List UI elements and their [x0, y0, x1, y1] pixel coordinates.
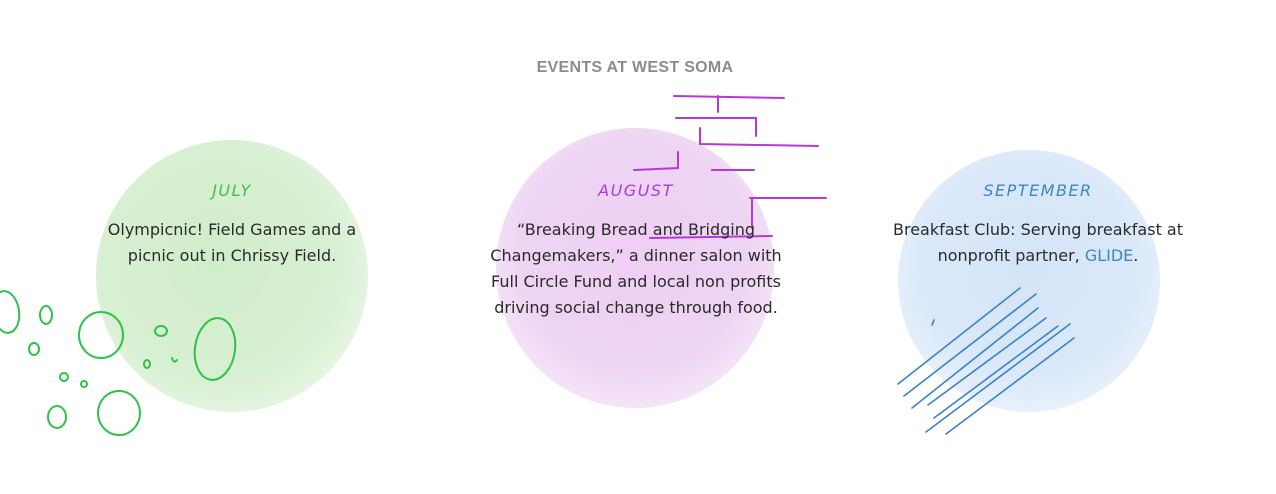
glide-link[interactable]: GLIDE [1085, 246, 1133, 265]
event-month-july: JULY [212, 181, 252, 200]
event-description-august: “Breaking Bread and Bridging Changemaker… [490, 220, 782, 317]
event-description-september: Breakfast Club: Serving breakfast at non… [888, 217, 1188, 269]
event-month-september: SEPTEMBER [983, 181, 1093, 200]
section-heading: EVENTS AT WEST SOMA [536, 59, 734, 77]
event-month-august: AUGUST [598, 181, 674, 200]
event-description-july: Olympicnic! Field Games and a picnic out… [107, 220, 357, 265]
event-description-september-end: . [1133, 246, 1139, 265]
event-description-september-text: Breakfast Club: Serving breakfast at non… [892, 220, 1184, 265]
